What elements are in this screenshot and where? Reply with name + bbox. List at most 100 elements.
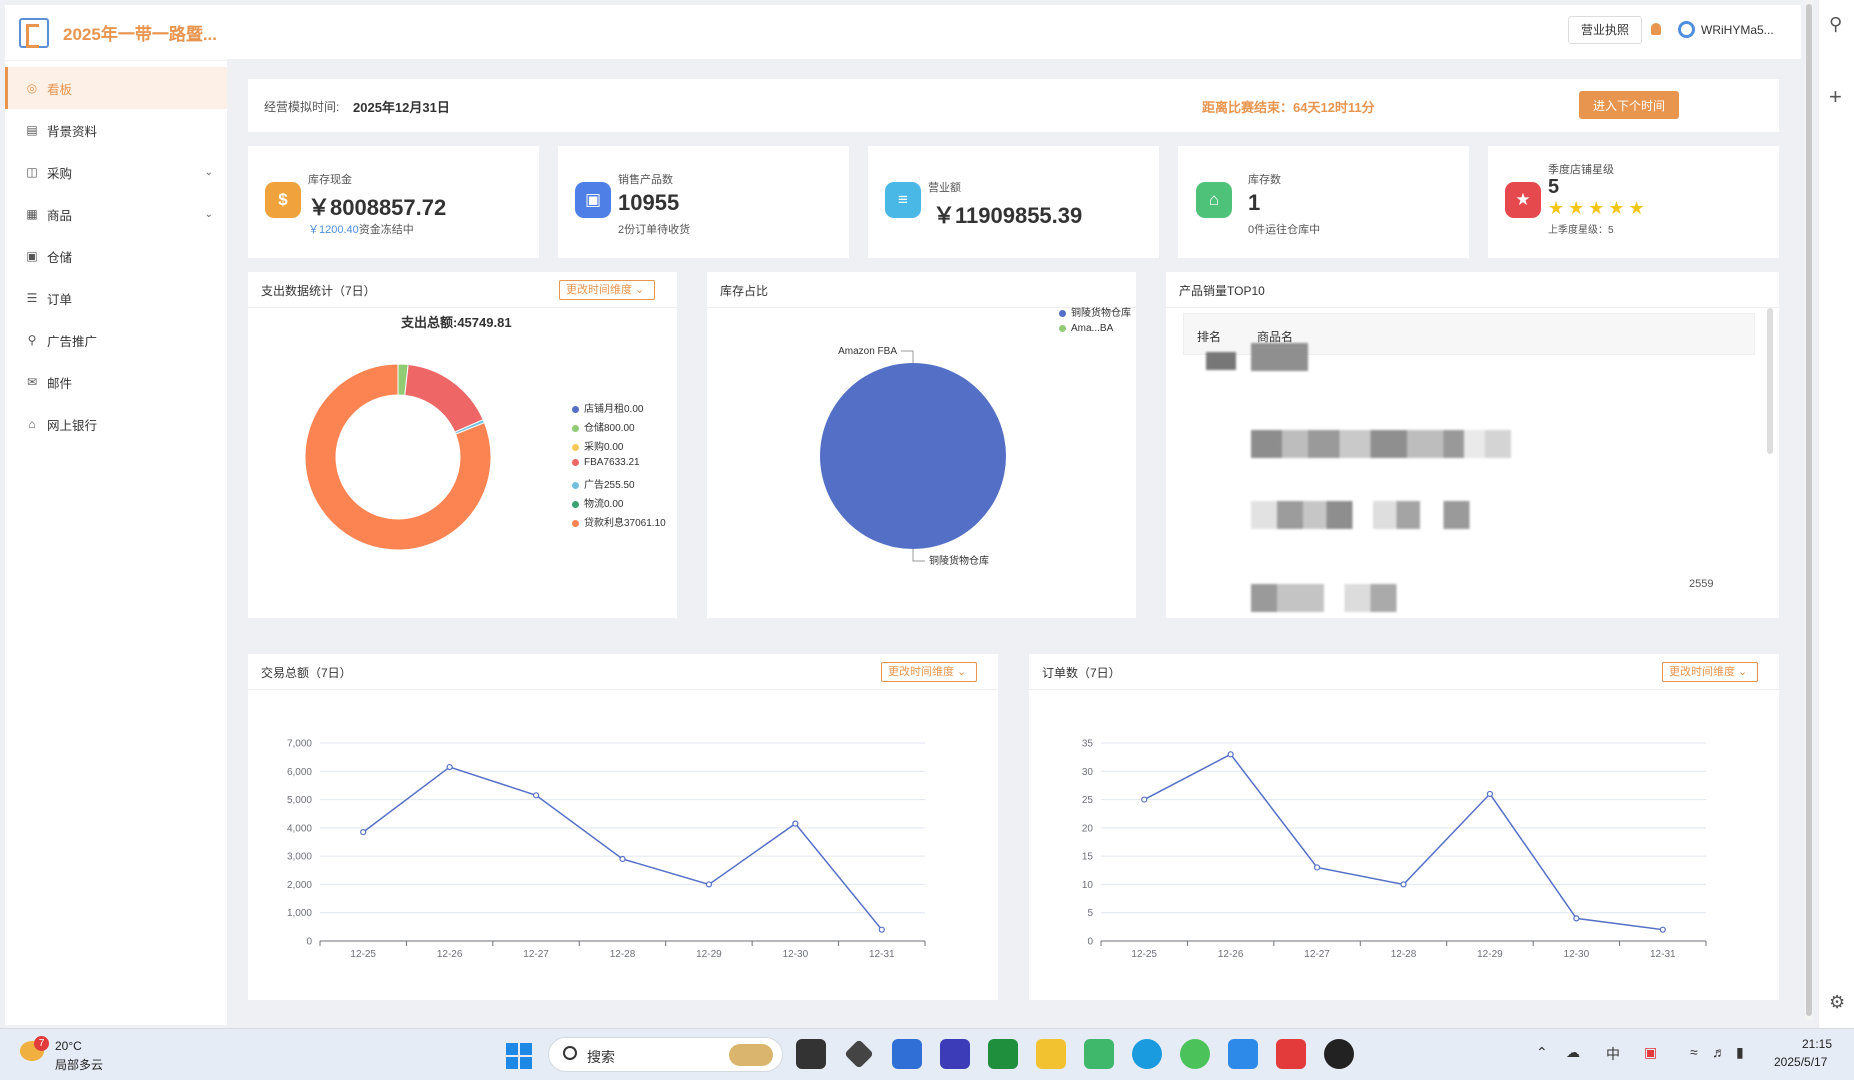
sidebar-item-label: 订单 [47,292,73,307]
sidebar-item-products[interactable]: ▦ 商品 ⌄ [5,193,227,235]
legend-label: Ama...BA [1071,323,1114,334]
data-point [1313,864,1321,871]
expense-panel: 支出数据统计（7日） 更改时间维度 ⌄ 支出总额:45749.81 店铺月租0.… [248,272,677,618]
legend-item[interactable]: Ama...BA [1059,323,1113,334]
legend-item[interactable]: 物流0.00 [572,495,623,510]
panel-title: 产品销量TOP10 [1179,284,1265,298]
business-license-button[interactable]: 营业执照 [1568,16,1643,44]
sidebar-item-mail[interactable]: ✉ 邮件 [5,361,227,403]
legend-label: 店铺月租0.00 [584,404,644,415]
bell-icon[interactable] [1651,23,1661,35]
volume-icon[interactable]: ♬ [1712,1044,1726,1060]
y-tick-label: 2,000 [287,880,312,891]
y-tick-label: 7,000 [287,739,312,750]
sidebar-item-label: 看板 [47,82,73,97]
wifi-icon[interactable]: ≈ [1690,1044,1698,1060]
frozen-text: 资金冻结中 [358,224,414,236]
y-tick-label: 25 [1082,795,1094,806]
top10-panel: 产品销量TOP10 排名 商品名 2559 [1166,272,1779,618]
legend-marker [572,405,579,413]
chevron-up-icon[interactable]: ⌃ [1536,1044,1548,1061]
ime-indicator[interactable]: 中 [1606,1044,1620,1064]
data-point [878,926,885,933]
battery-icon[interactable]: ▮ [1736,1044,1744,1061]
wps-icon[interactable] [1276,1039,1306,1069]
app-icon[interactable] [1228,1039,1258,1069]
legend-marker [572,519,579,527]
notification-badge: 7 [34,1036,49,1051]
next-period-button[interactable]: 进入下个时间 [1579,91,1679,119]
store-icon[interactable] [892,1039,922,1069]
legend-marker [572,458,579,466]
stat-value: ￥8008857.72 [308,195,447,220]
grid-icon: ▦ [26,207,38,221]
bank-icon: ⌂ [28,417,36,431]
legend-item[interactable]: FBA7633.21 [572,457,640,468]
username[interactable]: WRiHYMa5... [1701,23,1774,37]
data-point [1227,751,1234,758]
weather-desc[interactable]: 局部多云 [55,1056,103,1073]
y-tick-label: 0 [306,937,312,948]
wechat-icon[interactable] [1180,1039,1210,1069]
app-icon[interactable] [940,1039,970,1069]
legend-marker [1059,309,1066,317]
legend-marker [572,500,579,508]
brand[interactable]: 2025年一带一路暨... [5,5,227,61]
rating-stars: ★★★★★ [1548,198,1649,218]
list-icon: ☰ [26,291,38,305]
pie-label-line [912,549,925,562]
stat-value: 5 [1548,176,1560,198]
sidebar-item-dashboard[interactable]: ◎ 看板 [5,67,227,109]
app-3d-icon[interactable] [844,1039,874,1069]
countdown: 距离比赛结束：64天12时11分 [1202,100,1375,115]
sidebar-item-background[interactable]: ▤ 背景资料 [5,109,227,151]
edge-icon[interactable] [1132,1039,1162,1069]
clock-time[interactable]: 21:15 [1802,1037,1832,1051]
mail-icon: ✉ [26,375,38,389]
task-view-icon[interactable] [796,1039,826,1069]
app-tray-icon[interactable]: ▣ [1644,1044,1657,1061]
top10-scrollbar[interactable] [1767,308,1773,454]
gear-icon[interactable]: ⚙ [1829,992,1845,1013]
legend-item[interactable]: 广告255.50 [572,476,635,491]
windows-start-icon[interactable] [506,1043,532,1069]
qq-icon[interactable] [1324,1039,1354,1069]
legend-label: 采购0.00 [584,442,624,453]
data-point [1573,915,1580,922]
xbox-icon[interactable] [988,1039,1018,1069]
taskbar-search[interactable]: 搜索 [548,1037,783,1072]
frozen-amount: ￥1200.40 [308,224,359,236]
stat-label: 库存现金 [308,174,352,186]
trade-line-chart: 0 1,000 2,000 3,000 4,000 5,000 6,000 7,000 12-2… [287,739,926,960]
sidebar-item-warehouse[interactable]: ▣ 仓储 [5,235,227,277]
sidebar-item-bank[interactable]: ⌂ 网上银行 [5,403,227,445]
legend-label: 铜陵货物仓库 [1071,308,1131,319]
blurred-cell [1251,501,1511,529]
x-tick-label: 12-25 [350,949,376,960]
stat-value: 10955 [618,190,680,215]
sidebar-item-purchase[interactable]: ◫ 采购 ⌄ [5,151,227,193]
chevron-down-icon[interactable]: ⌄ [205,167,213,178]
avatar[interactable] [1678,21,1695,38]
iqiyi-icon[interactable] [1084,1039,1114,1069]
legend-item[interactable]: 采购0.00 [572,438,623,453]
search-icon [563,1046,577,1060]
legend-item[interactable]: 贷款利息37061.10 [572,514,666,529]
legend-item[interactable]: 店铺月租0.00 [572,400,643,415]
sidebar-item-ads[interactable]: ⚲ 广告推广 [5,319,227,361]
legend-label: 广告255.50 [584,480,635,491]
cloud-icon[interactable]: ☁ [1566,1044,1580,1061]
search-highlight-image [729,1044,773,1066]
plus-icon[interactable]: + [1829,84,1842,110]
legend-item[interactable]: 仓储800.00 [572,419,635,434]
scrollbar-thumb[interactable] [1806,4,1812,1016]
chevron-down-icon[interactable]: ⌄ [205,209,213,220]
search-icon[interactable]: ⚲ [1829,14,1842,35]
clock-date[interactable]: 2025/5/17 [1774,1055,1827,1069]
sidebar: 2025年一带一路暨... ◎ 看板 ▤ 背景资料 ◫ 采购 ⌄ ▦ 商品 ⌄ … [5,5,227,1025]
weather-temp[interactable]: 20°C [55,1039,82,1053]
legend-item[interactable]: 铜陵货物仓库 [1059,304,1131,319]
sidebar-item-orders[interactable]: ☰ 订单 [5,277,227,319]
folder-icon[interactable] [1036,1039,1066,1069]
stat-label: 季度店铺星级 [1548,164,1614,176]
